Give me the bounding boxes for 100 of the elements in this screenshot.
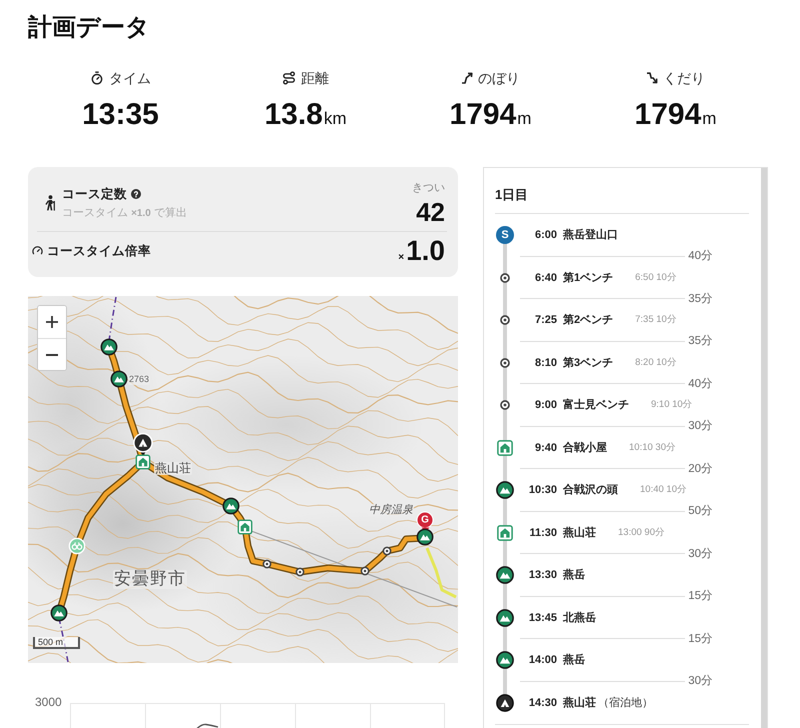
stat-label: 距離 <box>301 69 329 87</box>
map-place-label: 安曇野市 <box>113 570 187 589</box>
arrival-time: 6:40 <box>534 270 557 284</box>
ring-dot-marker-icon <box>382 546 392 556</box>
ring-dot-icon <box>500 315 510 325</box>
arrival-time: 13:30 <box>528 568 557 582</box>
time-multiplier-value: 1.0 <box>406 236 445 266</box>
mountain-icon <box>496 566 514 584</box>
arrival-time: 6:00 <box>534 228 557 242</box>
route-icon <box>282 71 296 85</box>
stop-name[interactable]: 合戦小屋 <box>563 440 607 454</box>
arrival-time: 13:45 <box>528 610 557 624</box>
stat-value: 13:35 <box>82 98 159 132</box>
departure-info: 10:10 30分 <box>629 442 676 454</box>
map-place-label: 2763 <box>128 375 150 385</box>
leg-duration: 40分 <box>688 249 713 264</box>
stop-name[interactable]: 燕岳 <box>563 653 585 667</box>
time-multiplier-label: コースタイム倍率 <box>47 242 151 258</box>
ascent-arrow-icon <box>461 72 473 84</box>
house-marker-icon <box>136 454 150 470</box>
stat-unit: m <box>702 109 716 129</box>
binoculars-marker-icon <box>68 538 86 554</box>
scale-bar: 500 m <box>33 637 80 649</box>
stop-name[interactable]: 燕山荘 <box>563 696 596 710</box>
stop-name[interactable]: 燕山荘 <box>563 526 596 540</box>
stopwatch-icon <box>90 71 104 85</box>
departure-info: 13:00 90分 <box>618 526 665 538</box>
stop-name[interactable]: 燕岳登山口 <box>563 228 618 242</box>
elevation-line <box>196 723 220 728</box>
stat-value: 1794 <box>634 98 702 132</box>
departure-info: 6:50 10分 <box>635 272 677 284</box>
help-icon[interactable] <box>131 188 141 198</box>
ring-dot-marker-icon <box>296 568 304 576</box>
arrival-time: 11:30 <box>529 526 557 540</box>
leg-duration: 15分 <box>688 589 713 604</box>
stop-name[interactable]: 第2ベンチ <box>563 313 614 327</box>
stop-name[interactable]: 燕岳 <box>563 568 585 582</box>
gauge-icon <box>32 245 43 256</box>
leg-duration: 20分 <box>688 462 713 476</box>
hiker-icon <box>44 195 56 211</box>
stat-unit: m <box>517 109 532 129</box>
descent-arrow-icon <box>646 72 658 84</box>
difficulty-rating: きつい <box>412 180 445 194</box>
leg-duration: 50分 <box>688 504 713 518</box>
tent-icon <box>496 694 514 712</box>
dashed-trail-line <box>108 296 117 342</box>
mountain-icon <box>496 651 514 669</box>
arrival-time: 14:30 <box>528 696 557 710</box>
stat-value: 13.8 <box>264 98 323 132</box>
stat-label: くだり <box>663 69 705 87</box>
house-icon <box>497 524 513 540</box>
arrival-time: 7:25 <box>534 313 557 327</box>
ring-dot-marker-icon <box>262 560 272 568</box>
minus-icon <box>46 354 58 356</box>
ring-dot-icon <box>500 358 510 368</box>
day-heading: 1日目 <box>495 187 528 203</box>
stop-name[interactable]: 富士見ベンチ <box>563 398 629 412</box>
ring-dot-icon <box>500 272 510 282</box>
zoom-out-button[interactable] <box>38 338 66 370</box>
arrival-time: 10:30 <box>528 483 557 497</box>
stop-name[interactable]: 第3ベンチ <box>563 356 614 370</box>
house-icon <box>497 440 513 456</box>
page-title: 計画データ <box>28 14 150 42</box>
mountain-icon <box>496 481 514 499</box>
leg-duration: 35分 <box>688 334 713 348</box>
start-badge: S <box>496 226 514 244</box>
arrival-time: 14:00 <box>528 653 557 667</box>
departure-info: 10:40 10分 <box>640 484 687 496</box>
ring-dot-icon <box>500 400 510 410</box>
arrival-time: 8:10 <box>534 356 557 370</box>
tent-pin-icon <box>133 432 153 458</box>
access-road-line <box>426 547 457 598</box>
course-constant-value: 42 <box>416 198 445 226</box>
arrival-time: 9:40 <box>534 440 557 454</box>
stop-name[interactable]: 合戦沢の頭 <box>563 483 618 497</box>
ring-dot-marker-icon <box>360 566 370 576</box>
stop-name[interactable]: 北燕岳 <box>563 610 596 624</box>
leg-duration: 35分 <box>688 292 713 306</box>
stat-label: タイム <box>109 69 151 87</box>
multiply-sign: × <box>398 252 404 262</box>
departure-info: 9:10 10分 <box>651 399 693 411</box>
stop-name[interactable]: 第1ベンチ <box>563 270 614 284</box>
y-axis-label: 3000 <box>35 695 62 709</box>
scrollbar[interactable] <box>761 168 767 728</box>
map-place-label: 中房温泉 <box>368 504 414 516</box>
house-marker-icon <box>238 520 252 534</box>
mountain-icon <box>496 608 514 626</box>
stat-value: 1794 <box>450 98 516 132</box>
leg-duration: 30分 <box>688 546 713 561</box>
leg-duration: 30分 <box>688 419 713 434</box>
stop-note: （宿泊地） <box>598 696 653 710</box>
arrival-time: 9:00 <box>534 398 557 412</box>
leg-duration: 30分 <box>688 674 713 688</box>
course-constant-note: コースタイム ×1.0 で算出 <box>62 206 187 220</box>
stat-unit: km <box>324 109 347 129</box>
departure-info: 7:35 10分 <box>635 314 677 326</box>
leg-duration: 15分 <box>688 632 713 646</box>
stat-label: のぼり <box>478 69 520 87</box>
departure-info: 8:20 10分 <box>635 356 677 368</box>
leg-duration: 40分 <box>688 376 713 391</box>
